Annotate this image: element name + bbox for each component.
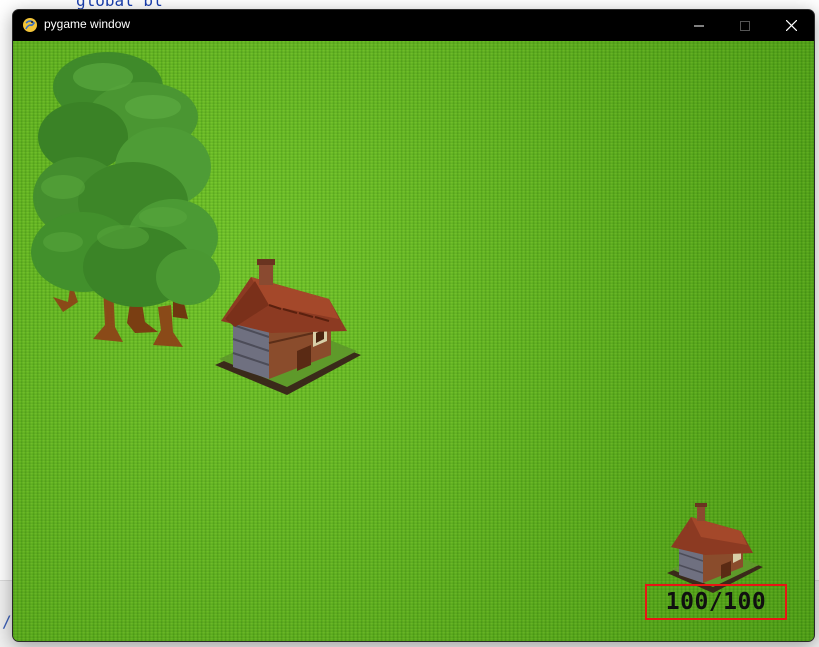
maximize-button[interactable] (722, 10, 768, 41)
close-icon (785, 20, 797, 31)
pygame-window: pygame window 100/100 (12, 9, 815, 642)
maximize-icon (740, 20, 750, 31)
background-glyph: / (2, 612, 12, 631)
close-button[interactable] (768, 10, 814, 41)
minimize-button[interactable] (676, 10, 722, 41)
health-text: 100/100 (665, 589, 767, 615)
tree-icon[interactable] (23, 47, 223, 357)
title-bar[interactable]: pygame window (13, 10, 814, 41)
game-canvas[interactable]: 100/100 (13, 41, 814, 641)
window-title: pygame window (44, 17, 131, 31)
pygame-snake-icon (23, 18, 37, 32)
health-display: 100/100 (645, 584, 787, 620)
house-icon[interactable] (211, 247, 367, 399)
minimize-icon (694, 25, 704, 26)
house-icon[interactable] (665, 499, 765, 595)
